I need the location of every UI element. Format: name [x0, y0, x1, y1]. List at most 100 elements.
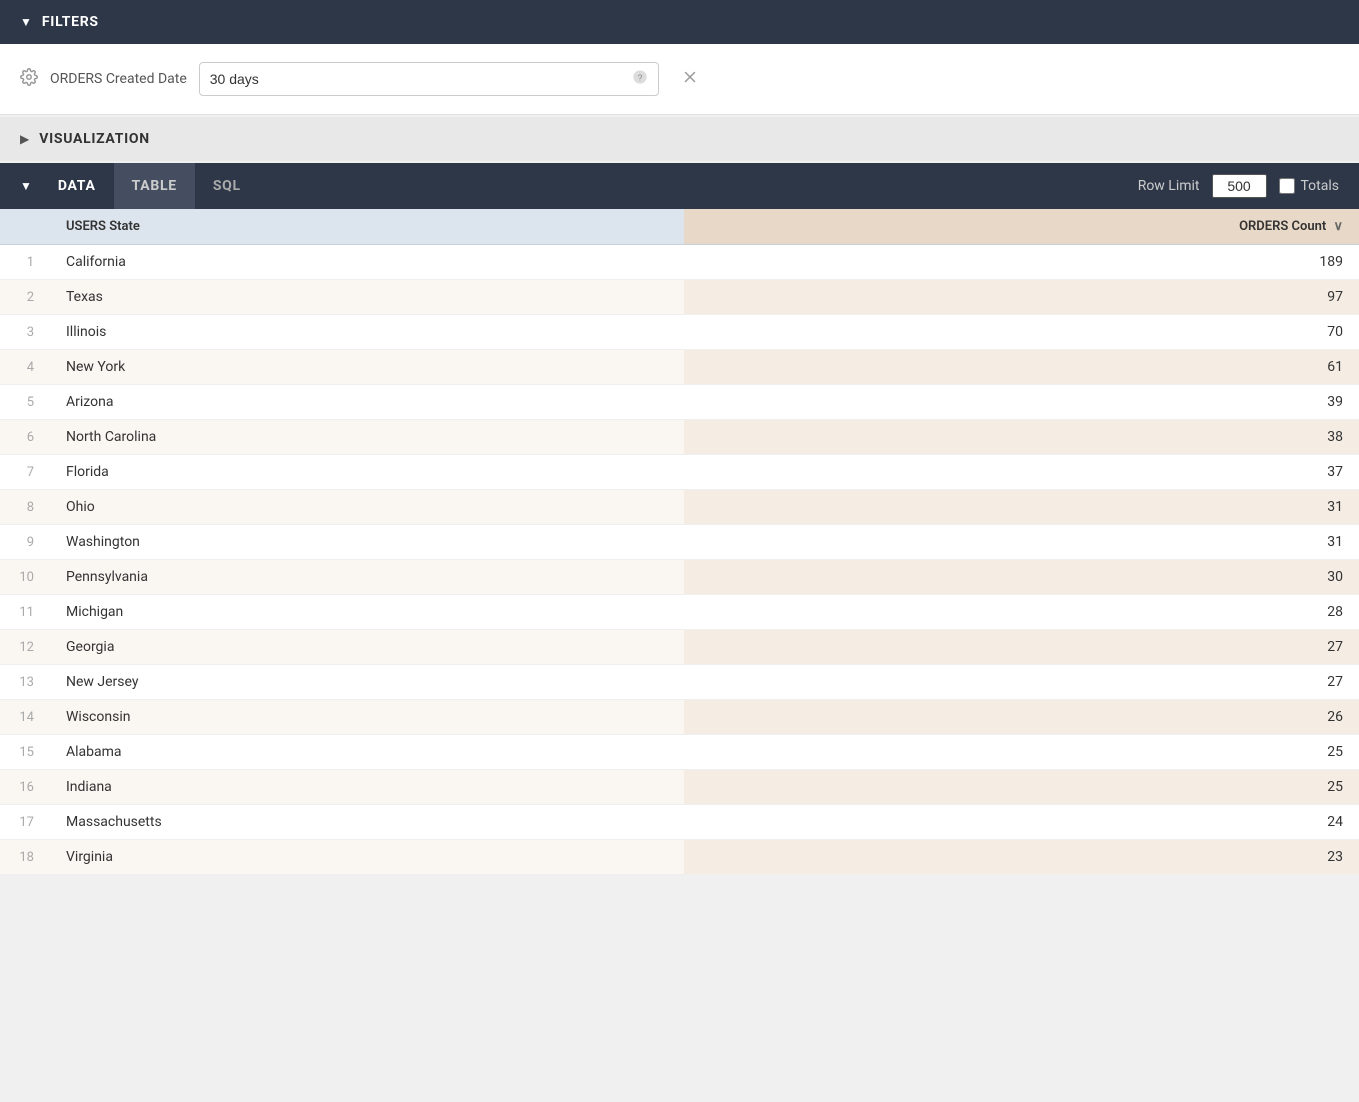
table-row: 17Massachusetts24 [0, 805, 1359, 840]
cell-state: Indiana [50, 770, 684, 805]
cell-state: Wisconsin [50, 700, 684, 735]
cell-row-num: 8 [0, 490, 50, 525]
cell-count: 25 [684, 770, 1359, 805]
table-row: 14Wisconsin26 [0, 700, 1359, 735]
visualization-title: VISUALIZATION [39, 131, 150, 147]
table-row: 6North Carolina38 [0, 420, 1359, 455]
cell-state: Georgia [50, 630, 684, 665]
cell-count: 25 [684, 735, 1359, 770]
cell-count: 27 [684, 630, 1359, 665]
cell-state: Alabama [50, 735, 684, 770]
cell-row-num: 5 [0, 385, 50, 420]
cell-count: 97 [684, 280, 1359, 315]
data-table-wrapper: USERS State ORDERS Count ∨ 1California18… [0, 209, 1359, 875]
sort-icon: ∨ [1333, 219, 1343, 234]
col-header-num [0, 209, 50, 245]
cell-row-num: 10 [0, 560, 50, 595]
table-row: 9Washington31 [0, 525, 1359, 560]
filters-header[interactable]: ▼ FILTERS [0, 0, 1359, 44]
cell-count: 61 [684, 350, 1359, 385]
totals-checkbox-label[interactable]: Totals [1279, 178, 1340, 194]
visualization-expand-icon: ▶ [20, 132, 29, 146]
cell-row-num: 6 [0, 420, 50, 455]
cell-row-num: 16 [0, 770, 50, 805]
cell-count: 24 [684, 805, 1359, 840]
table-row: 18Virginia23 [0, 840, 1359, 875]
cell-row-num: 11 [0, 595, 50, 630]
tab-data[interactable]: DATA [40, 163, 114, 209]
cell-row-num: 2 [0, 280, 50, 315]
tab-sql[interactable]: SQL [195, 163, 259, 209]
table-row: 8Ohio31 [0, 490, 1359, 525]
data-header: ▼ DATA TABLE SQL Row Limit Totals [0, 163, 1359, 209]
cell-state: Florida [50, 455, 684, 490]
cell-row-num: 7 [0, 455, 50, 490]
gear-icon[interactable] [20, 68, 38, 90]
filter-field-label: ORDERS Created Date [50, 71, 187, 87]
cell-state: New York [50, 350, 684, 385]
results-table: USERS State ORDERS Count ∨ 1California18… [0, 209, 1359, 875]
filters-title: FILTERS [42, 14, 99, 30]
cell-row-num: 18 [0, 840, 50, 875]
cell-row-num: 17 [0, 805, 50, 840]
filters-collapse-icon: ▼ [20, 15, 32, 29]
table-row: 10Pennsylvania30 [0, 560, 1359, 595]
cell-row-num: 3 [0, 315, 50, 350]
cell-count: 37 [684, 455, 1359, 490]
cell-count: 26 [684, 700, 1359, 735]
cell-state: Ohio [50, 490, 684, 525]
row-limit-label: Row Limit [1138, 178, 1200, 194]
cell-state: Pennsylvania [50, 560, 684, 595]
cell-state: Texas [50, 280, 684, 315]
cell-state: New Jersey [50, 665, 684, 700]
page-wrapper: ▼ FILTERS ORDERS Created Date ? [0, 0, 1359, 1102]
cell-row-num: 13 [0, 665, 50, 700]
cell-row-num: 14 [0, 700, 50, 735]
table-row: 7Florida37 [0, 455, 1359, 490]
col-header-count[interactable]: ORDERS Count ∨ [684, 209, 1359, 245]
table-header-row: USERS State ORDERS Count ∨ [0, 209, 1359, 245]
help-icon[interactable]: ? [632, 69, 648, 89]
visualization-header[interactable]: ▶ VISUALIZATION [0, 117, 1359, 161]
cell-count: 27 [684, 665, 1359, 700]
filter-input-wrapper[interactable]: ? [199, 62, 659, 96]
table-row: 15Alabama25 [0, 735, 1359, 770]
filters-body: ORDERS Created Date ? [0, 44, 1359, 115]
cell-state: Michigan [50, 595, 684, 630]
cell-row-num: 1 [0, 245, 50, 280]
table-row: 5Arizona39 [0, 385, 1359, 420]
svg-text:?: ? [637, 72, 642, 82]
cell-state: Massachusetts [50, 805, 684, 840]
table-row: 1California189 [0, 245, 1359, 280]
cell-state: North Carolina [50, 420, 684, 455]
row-limit-input[interactable] [1212, 174, 1267, 198]
table-row: 4New York61 [0, 350, 1359, 385]
tab-table[interactable]: TABLE [114, 163, 195, 209]
cell-count: 31 [684, 490, 1359, 525]
filter-clear-icon[interactable] [681, 68, 699, 91]
data-collapse-icon: ▼ [20, 179, 32, 193]
cell-row-num: 15 [0, 735, 50, 770]
table-row: 3Illinois70 [0, 315, 1359, 350]
table-row: 12Georgia27 [0, 630, 1359, 665]
cell-count: 28 [684, 595, 1359, 630]
table-row: 16Indiana25 [0, 770, 1359, 805]
cell-state: Illinois [50, 315, 684, 350]
cell-count: 38 [684, 420, 1359, 455]
cell-row-num: 12 [0, 630, 50, 665]
cell-count: 189 [684, 245, 1359, 280]
col-header-state[interactable]: USERS State [50, 209, 684, 245]
cell-state: Virginia [50, 840, 684, 875]
cell-count: 39 [684, 385, 1359, 420]
cell-row-num: 9 [0, 525, 50, 560]
cell-row-num: 4 [0, 350, 50, 385]
cell-state: California [50, 245, 684, 280]
filter-date-input[interactable] [210, 71, 624, 87]
cell-count: 30 [684, 560, 1359, 595]
cell-state: Washington [50, 525, 684, 560]
cell-count: 23 [684, 840, 1359, 875]
totals-checkbox[interactable] [1279, 178, 1295, 194]
table-row: 13New Jersey27 [0, 665, 1359, 700]
cell-count: 70 [684, 315, 1359, 350]
cell-count: 31 [684, 525, 1359, 560]
